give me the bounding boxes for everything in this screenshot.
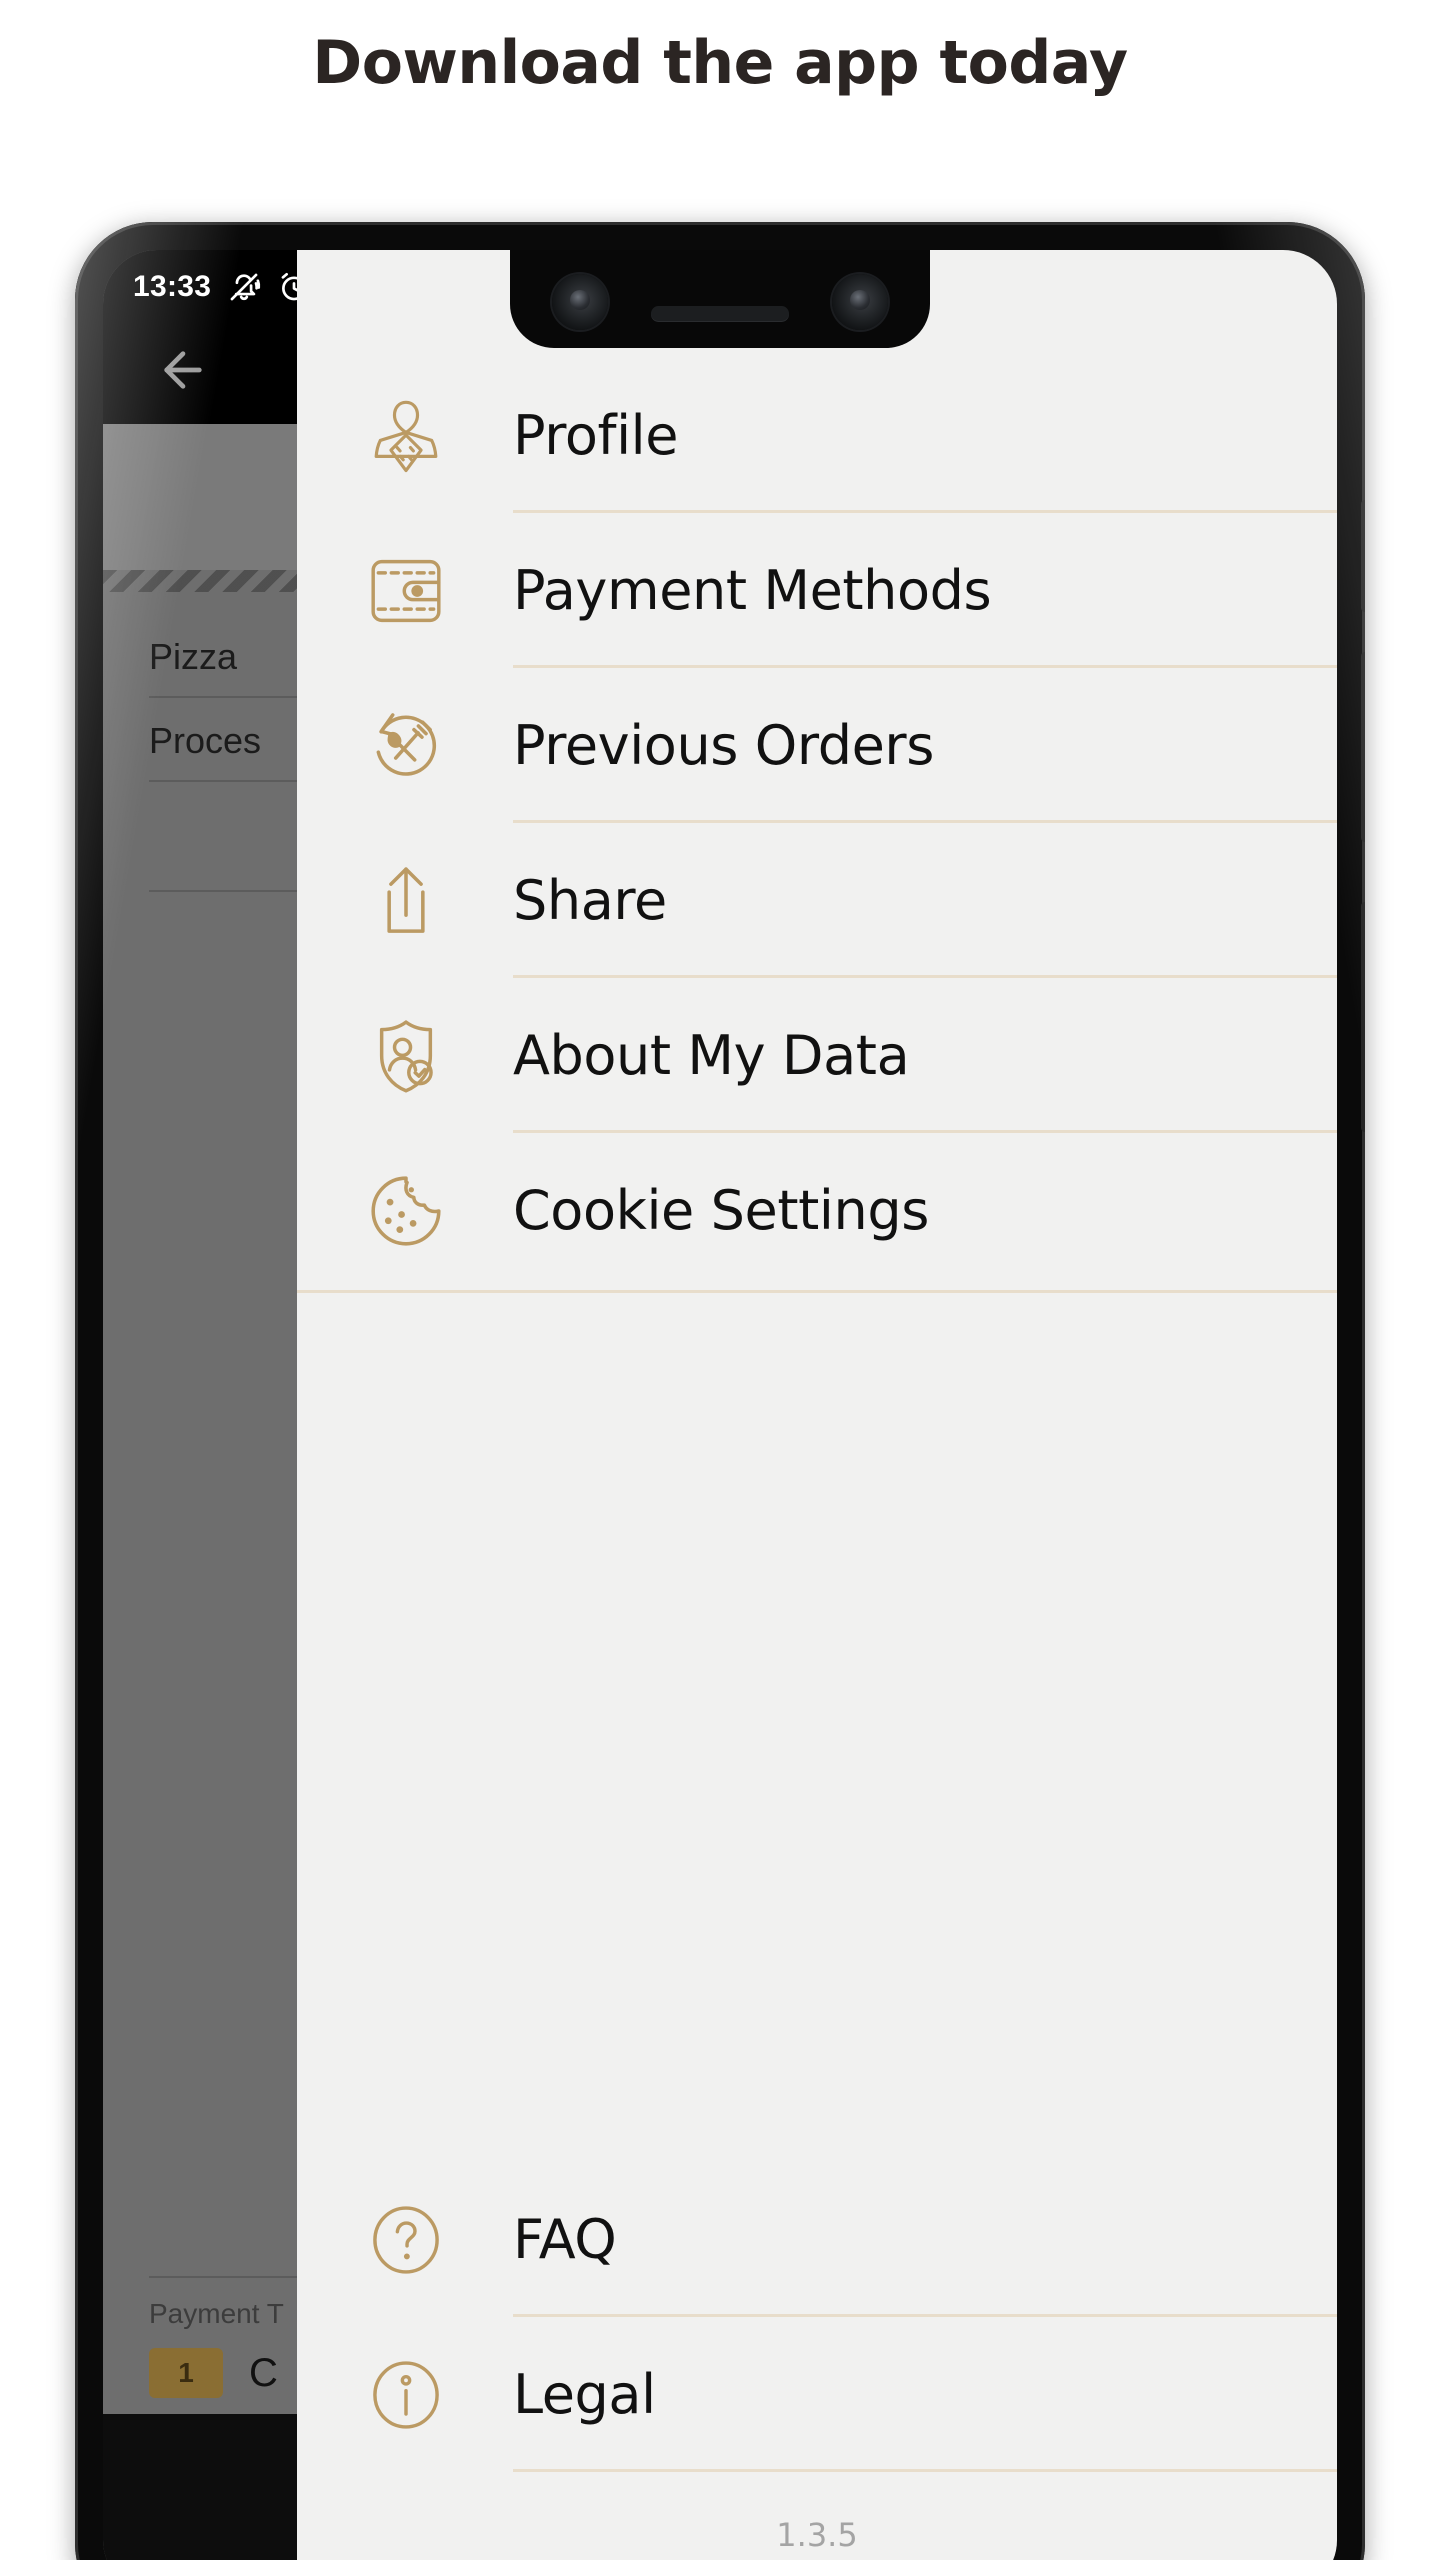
back-arrow-icon[interactable] [155, 342, 211, 398]
screenshot-root: Download the app today Pizza Proces Paym… [0, 0, 1440, 2560]
drawer-primary-list: Profile Payment Methods Previous Orders … [297, 250, 1337, 1293]
device-button-power[interactable] [1361, 902, 1365, 1132]
shield-user-icon [363, 1013, 449, 1099]
drawer-item-legal[interactable]: Legal [297, 2317, 1337, 2472]
drawer-item-label: Share [513, 869, 667, 932]
drawer-item-cookie-settings[interactable]: Cookie Settings [297, 1133, 1337, 1288]
app-version-label: 1.3.5 [776, 2516, 858, 2554]
camera-notch [510, 250, 930, 348]
question-circle-icon [363, 2197, 449, 2283]
profile-icon [363, 393, 449, 479]
drawer-spacer [297, 1293, 1337, 2162]
drawer-secondary-list: FAQ Legal 1.3.5 [297, 2162, 1337, 2560]
page-title: Download the app today [312, 28, 1128, 98]
drawer-item-label: Legal [513, 2363, 656, 2426]
drawer-item-label: FAQ [513, 2208, 617, 2271]
drawer-item-label: Cookie Settings [513, 1179, 929, 1242]
earpiece-speaker [651, 306, 789, 321]
order-history-icon [363, 703, 449, 789]
navigation-drawer: Profile Payment Methods Previous Orders … [297, 250, 1337, 2560]
info-circle-icon [363, 2352, 449, 2438]
cookie-icon [363, 1168, 449, 1254]
front-camera-secondary-icon [832, 274, 888, 330]
banknote-icon: 1 [149, 2348, 223, 2398]
drawer-item-faq[interactable]: FAQ [297, 2162, 1337, 2317]
front-camera-icon [552, 274, 608, 330]
item-divider [513, 2469, 1337, 2472]
phone-device-frame: Pizza Proces Payment T 1 C Profile Payme… [75, 222, 1365, 2560]
share-icon [363, 858, 449, 944]
drawer-item-share[interactable]: Share [297, 823, 1337, 978]
device-button-volume[interactable] [1361, 652, 1365, 842]
drawer-item-previous-orders[interactable]: Previous Orders [297, 668, 1337, 823]
drawer-item-payment-methods[interactable]: Payment Methods [297, 513, 1337, 668]
background-payment-value: C [249, 2350, 278, 2395]
device-button-mute[interactable] [1361, 500, 1365, 612]
drawer-item-label: About My Data [513, 1024, 910, 1087]
status-bar-clock: 13:33 [133, 270, 212, 303]
drawer-item-label: Profile [513, 404, 679, 467]
drawer-item-label: Payment Methods [513, 559, 992, 622]
bell-muted-icon [227, 270, 261, 304]
drawer-item-label: Previous Orders [513, 714, 934, 777]
wallet-icon [363, 548, 449, 634]
drawer-item-about-my-data[interactable]: About My Data [297, 978, 1337, 1133]
drawer-item-profile[interactable]: Profile [297, 358, 1337, 513]
phone-screen: Pizza Proces Payment T 1 C Profile Payme… [103, 250, 1337, 2560]
